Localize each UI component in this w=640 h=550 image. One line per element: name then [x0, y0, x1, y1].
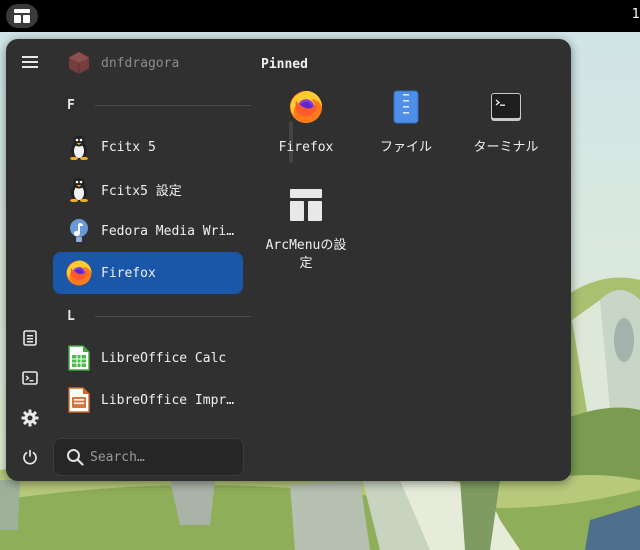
impress-icon: [65, 386, 93, 414]
section-divider: [95, 105, 251, 106]
activities-button[interactable]: [6, 4, 38, 28]
document-icon: [23, 330, 37, 346]
dnfdragora-icon: [65, 49, 93, 77]
power-icon: [23, 449, 37, 465]
app-item-fcitx5[interactable]: Fcitx 5: [53, 126, 243, 168]
search-input[interactable]: [88, 448, 232, 466]
pinned-item-arcmenu-settings[interactable]: ArcMenuの設 定: [258, 185, 354, 273]
pinned-title: Pinned: [261, 57, 308, 72]
firefox-icon: [65, 259, 93, 287]
app-item-libreoffice-impress[interactable]: LibreOffice Impr…: [53, 379, 243, 421]
app-item-label: Fcitx5 設定: [101, 183, 182, 199]
terminal-icon: [22, 371, 38, 385]
firefox-icon: [286, 87, 326, 127]
clock[interactable]: 1: [632, 7, 640, 22]
files-icon: [386, 87, 426, 127]
arcmenu-panel: dnfdragora F Fcitx 5 Fcitx5 設定 Fedora Me…: [6, 39, 571, 481]
arcmenu-icon: [286, 185, 326, 225]
pinned-item-label: Firefox: [278, 140, 334, 155]
power-button[interactable]: [16, 443, 44, 471]
documents-button[interactable]: [16, 324, 44, 352]
sidebar-icons: [6, 39, 54, 481]
app-item-fcitx5-settings[interactable]: Fcitx5 設定: [53, 168, 243, 210]
hamburger-menu-icon: [22, 56, 38, 68]
section-header-l: L: [67, 309, 75, 324]
pinned-item-terminal[interactable]: ターミナル: [458, 87, 554, 157]
section-divider: [95, 316, 251, 317]
app-item-label: Fedora Media Wri…: [101, 223, 235, 239]
app-item-dnfdragora[interactable]: dnfdragora: [53, 42, 243, 84]
app-item-label: Firefox: [101, 265, 156, 281]
pinned-item-label: ターミナル: [473, 140, 539, 155]
gear-icon: [21, 409, 39, 427]
calc-icon: [65, 344, 93, 372]
search-icon: [64, 446, 86, 468]
penguin-icon: [65, 133, 93, 161]
app-item-fedora-media-writer[interactable]: Fedora Media Wri…: [53, 210, 243, 252]
app-item-libreoffice-calc[interactable]: LibreOffice Calc: [53, 337, 243, 379]
terminal-icon: [486, 87, 526, 127]
app-item-label: LibreOffice Calc: [101, 350, 227, 366]
app-list: dnfdragora F Fcitx 5 Fcitx5 設定 Fedora Me…: [53, 39, 293, 431]
settings-button[interactable]: [16, 404, 44, 432]
app-item-label: Fcitx 5: [101, 139, 156, 155]
pinned-item-files[interactable]: ファイル: [358, 87, 454, 157]
hamburger-menu-button[interactable]: [16, 48, 44, 76]
terminal-button[interactable]: [16, 364, 44, 392]
app-item-label: LibreOffice Impr…: [101, 392, 235, 408]
section-header-f: F: [67, 98, 75, 113]
top-bar: 1: [0, 0, 640, 32]
app-item-firefox[interactable]: Firefox: [53, 252, 243, 294]
fedora-icon: [65, 217, 93, 245]
pinned-item-label: ファイル: [379, 140, 432, 155]
search-box[interactable]: [53, 438, 244, 476]
penguin-icon: [65, 175, 93, 203]
pinned-item-firefox[interactable]: Firefox: [258, 87, 354, 157]
activities-grid-icon: [14, 9, 30, 23]
app-item-label: dnfdragora: [101, 55, 180, 71]
pinned-item-label: ArcMenuの設 定: [265, 238, 347, 271]
